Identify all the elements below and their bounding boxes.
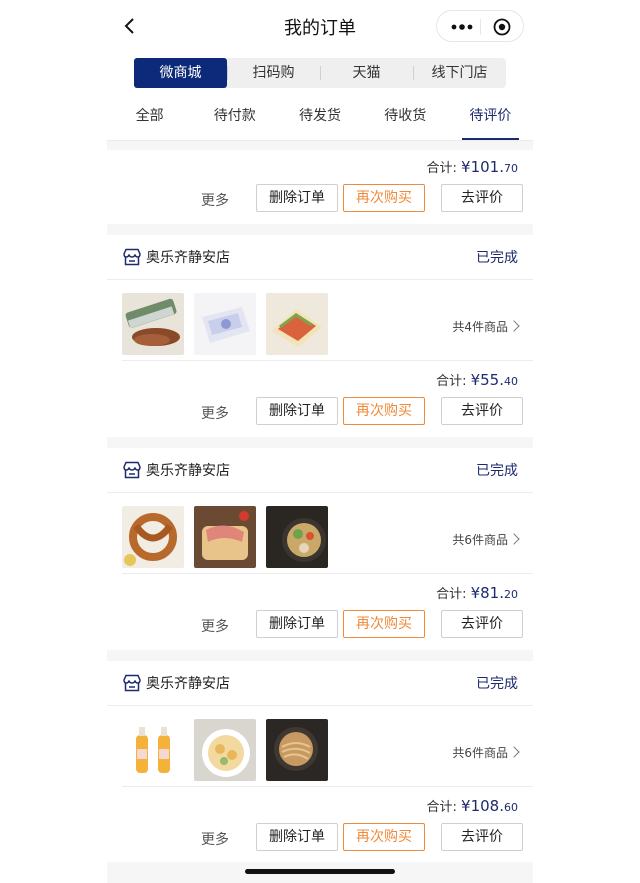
review-button[interactable]: 去评价: [441, 823, 523, 851]
tab-all[interactable]: 全部: [107, 96, 192, 140]
order-status: 已完成: [476, 250, 518, 266]
store-name: 奥乐齐静安店: [146, 250, 230, 266]
order-items[interactable]: 共4件商品: [122, 280, 533, 361]
channel-switcher: 微商城 扫码购 天猫 线下门店: [134, 58, 506, 88]
order-store-header[interactable]: 奥乐齐静安店 已完成: [107, 235, 533, 280]
order-actions: 更多 删除订单 再次购买 去评价: [107, 184, 533, 214]
order-status-tabs: 全部 待付款 待发货 待收货 待评价: [107, 96, 533, 141]
rebuy-button[interactable]: 再次购买: [343, 610, 425, 638]
home-indicator[interactable]: [245, 869, 395, 874]
ham-toast-photo: [194, 506, 256, 568]
order-total: 合计: ¥101.70: [426, 158, 518, 176]
tab-pending-receipt[interactable]: 待收货: [363, 96, 448, 140]
wet-wipes-pack-photo: [194, 293, 256, 355]
potato-salad-photo: [194, 719, 256, 781]
order-amount: ¥55.40: [470, 371, 518, 389]
order-status: 已完成: [476, 463, 518, 479]
order-store-header[interactable]: 奥乐齐静安店 已完成: [107, 661, 533, 706]
delete-order-button[interactable]: 删除订单: [256, 184, 338, 212]
delete-order-button[interactable]: 删除订单: [256, 397, 338, 425]
order-actions: 更多 删除订单 再次购买 去评价: [107, 397, 533, 427]
more-link[interactable]: 更多: [201, 616, 229, 636]
item-count: 共6件商品: [452, 744, 520, 761]
delete-order-button[interactable]: 删除订单: [256, 610, 338, 638]
phone-screen: 我的订单 微商城 扫码购 天猫 线下门店 全部 待付款 待发货 待收货 待评价 …: [107, 0, 533, 883]
store-icon: [123, 461, 141, 479]
review-button[interactable]: 去评价: [441, 184, 523, 212]
channel-tab-saomagou[interactable]: 扫码购: [227, 58, 320, 88]
section-gap: [107, 650, 533, 661]
section-gap: [107, 141, 533, 150]
juice-bottles-photo: [122, 719, 184, 781]
sandwich-photo: [266, 293, 328, 355]
noodle-bowl-photo: [266, 719, 328, 781]
order-actions: 更多 删除订单 再次购买 去评价: [107, 823, 533, 853]
more-dots-icon[interactable]: [451, 24, 473, 30]
order-total: 合计: ¥81.20: [436, 584, 518, 602]
order-total: 合计: ¥55.40: [436, 371, 518, 389]
nav-bar: 我的订单: [107, 0, 533, 52]
order-total: 合计: ¥108.60: [426, 797, 518, 815]
channel-tab-tmall[interactable]: 天猫: [320, 58, 413, 88]
grain-bowl-photo: [266, 506, 328, 568]
order-status: 已完成: [476, 676, 518, 692]
chevron-right-icon: [508, 320, 520, 332]
tab-pending-shipment[interactable]: 待发货: [277, 96, 362, 140]
capsule-divider: [480, 19, 481, 35]
more-link[interactable]: 更多: [201, 829, 229, 849]
review-button[interactable]: 去评价: [441, 397, 523, 425]
section-gap: [107, 224, 533, 235]
store-name: 奥乐齐静安店: [146, 676, 230, 692]
delete-order-button[interactable]: 删除订单: [256, 823, 338, 851]
channel-tab-weishangcheng[interactable]: 微商城: [134, 58, 227, 88]
mini-program-capsule: [436, 10, 524, 42]
tab-pending-review[interactable]: 待评价: [448, 96, 533, 140]
more-link[interactable]: 更多: [201, 190, 229, 210]
item-count: 共4件商品: [452, 318, 520, 335]
rebuy-button[interactable]: 再次购买: [343, 397, 425, 425]
store-name: 奥乐齐静安店: [146, 463, 230, 479]
store-icon: [123, 674, 141, 692]
rebuy-button[interactable]: 再次购买: [343, 823, 425, 851]
order-actions: 更多 删除订单 再次购买 去评价: [107, 610, 533, 640]
rebuy-button[interactable]: 再次购买: [343, 184, 425, 212]
pretzel-photo: [122, 506, 184, 568]
store-icon: [123, 248, 141, 266]
order-items[interactable]: 共6件商品: [122, 706, 533, 787]
order-amount: ¥108.60: [461, 797, 518, 815]
chevron-right-icon: [508, 533, 520, 545]
review-button[interactable]: 去评价: [441, 610, 523, 638]
channel-tab-offline-store[interactable]: 线下门店: [413, 58, 506, 88]
item-count: 共6件商品: [452, 531, 520, 548]
chevron-right-icon: [508, 746, 520, 758]
order-amount: ¥81.20: [470, 584, 518, 602]
sausage-with-wrap-photo: [122, 293, 184, 355]
target-icon[interactable]: [493, 18, 511, 36]
order-store-header[interactable]: 奥乐齐静安店 已完成: [107, 448, 533, 493]
section-gap: [107, 437, 533, 448]
order-items[interactable]: 共6件商品: [122, 493, 533, 574]
tab-pending-payment[interactable]: 待付款: [192, 96, 277, 140]
more-link[interactable]: 更多: [201, 403, 229, 423]
order-amount: ¥101.70: [461, 158, 518, 176]
